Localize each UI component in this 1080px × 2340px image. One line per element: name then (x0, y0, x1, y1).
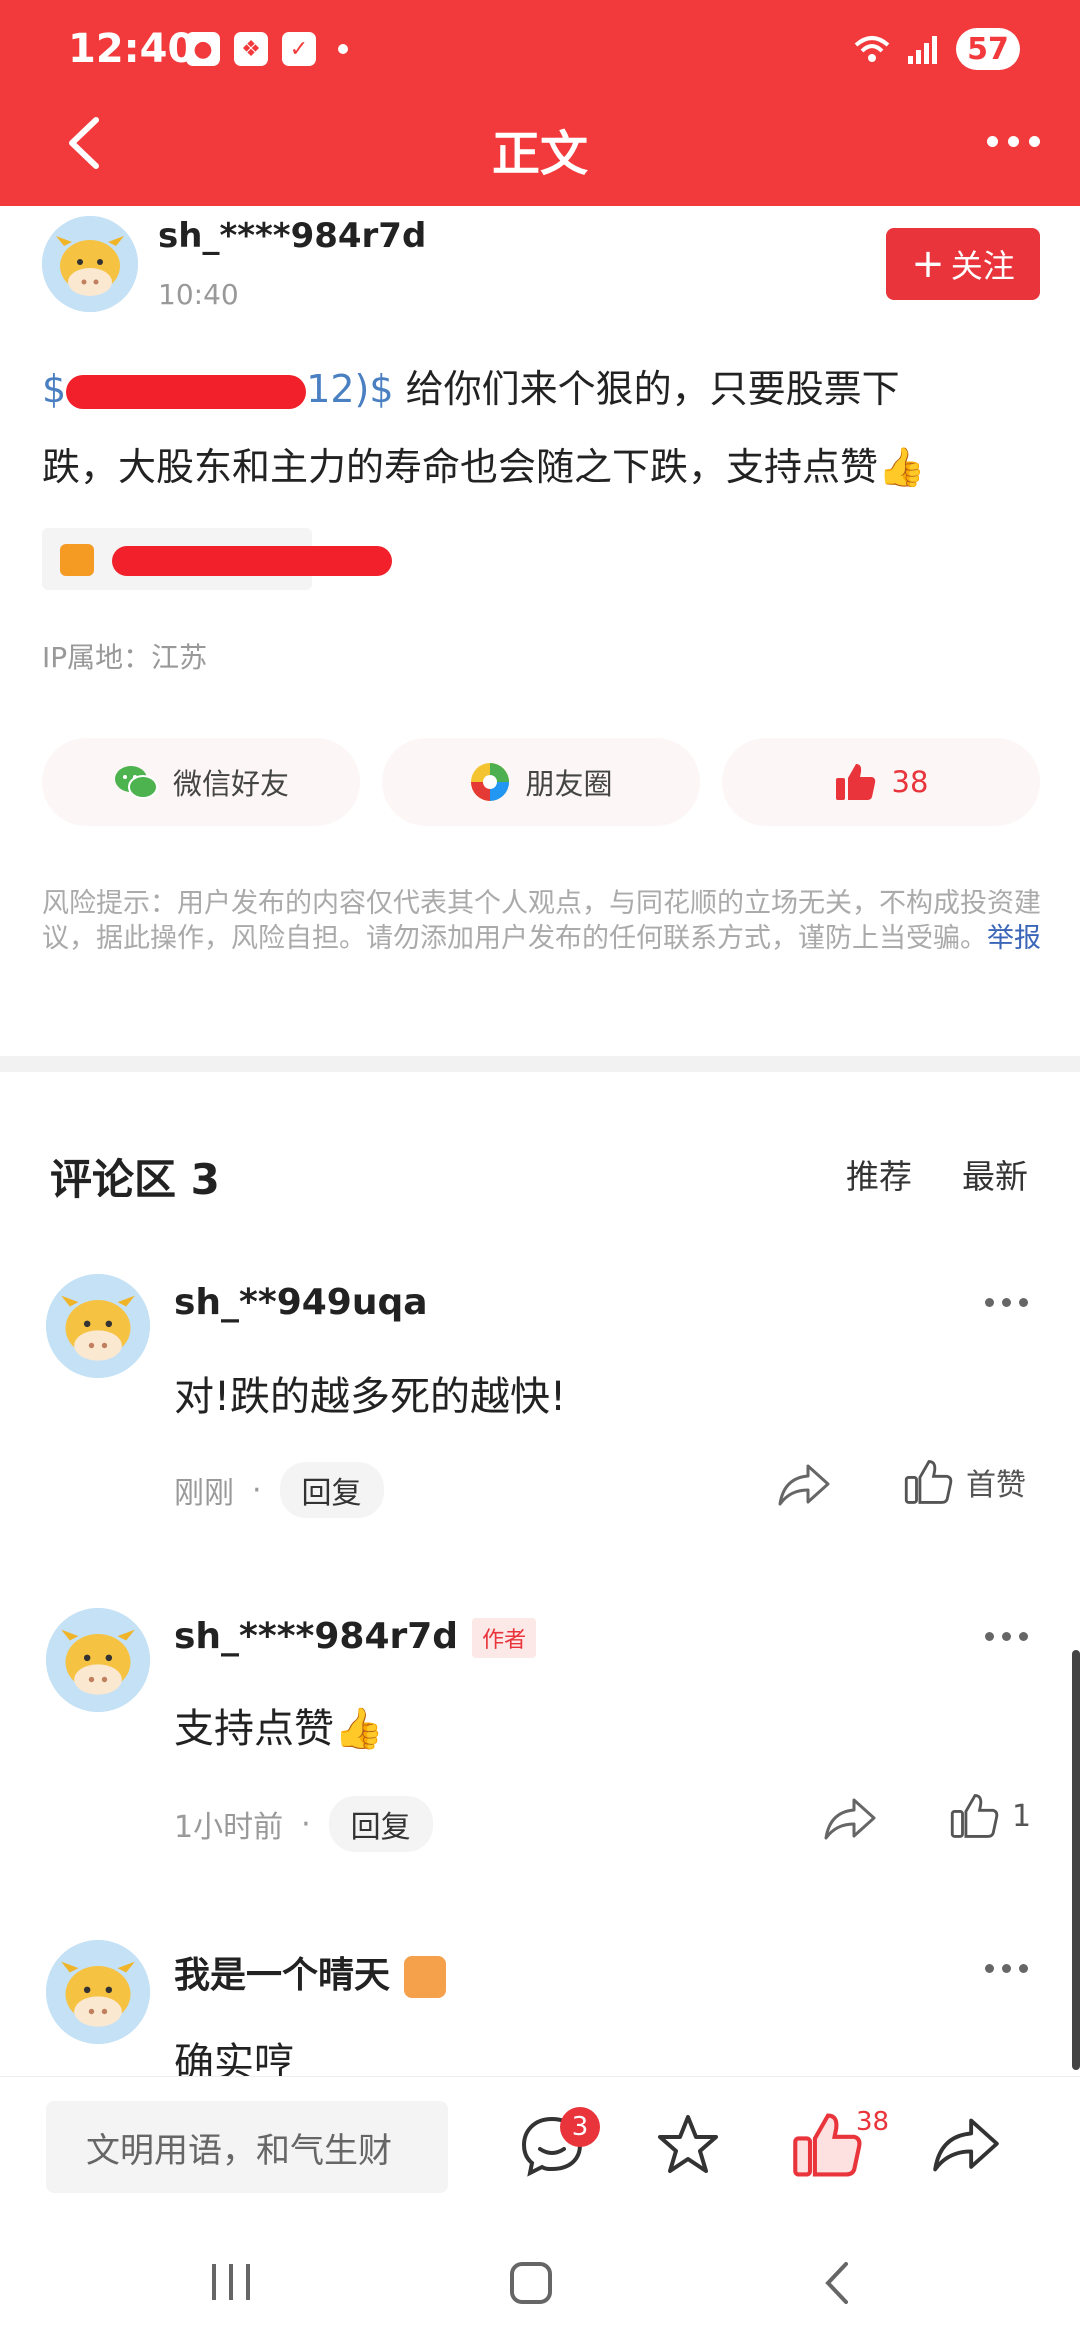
more-options-icon[interactable] (987, 136, 1040, 147)
comment-more-icon[interactable] (985, 1632, 1028, 1641)
report-link[interactable]: 举报 (987, 923, 1041, 954)
star-favorite-icon[interactable] (652, 2109, 724, 2181)
redacted-stock-name (66, 374, 307, 409)
share-wechat-button[interactable]: 微信好友 (42, 738, 360, 826)
plus-icon: + (911, 241, 945, 287)
cow-avatar-icon (46, 1940, 150, 2044)
like-count-badge: 38 (856, 2107, 890, 2137)
comments-title: 评论区 3 (50, 1155, 220, 1204)
page-title: 正文 (491, 126, 588, 182)
sort-latest-tab[interactable]: 最新 (962, 1150, 1028, 1198)
check-icon: ✓ (282, 32, 316, 66)
author-name[interactable]: sh_****984r7d (158, 216, 426, 256)
comment-meta: 刚刚 · 回复 (174, 1462, 384, 1518)
back-nav-icon[interactable] (818, 2260, 858, 2306)
share-moments-button[interactable]: 朋友圈 (382, 738, 700, 826)
share-arrow-icon[interactable] (930, 2109, 1002, 2181)
app-header: 12:40 ● ❖ ✓ 57 正文 (0, 0, 1080, 206)
signal-icon (908, 36, 937, 64)
reply-button[interactable]: 回复 (328, 1796, 433, 1852)
thumbs-up-outline-icon (904, 1460, 953, 1504)
status-time: 12:40 (68, 26, 196, 72)
comment-meta: 1小时前 · 回复 (174, 1796, 433, 1852)
like-button[interactable]: 38 (722, 738, 1040, 826)
home-icon[interactable] (508, 2260, 554, 2306)
author-avatar[interactable] (42, 216, 138, 312)
thumbs-up-liked-icon[interactable] (792, 2109, 864, 2181)
share-arrow-icon[interactable] (822, 1794, 878, 1844)
battery-indicator: 57 (956, 28, 1020, 70)
comment-like-button[interactable]: 首赞 (904, 1458, 1026, 1506)
comment-input[interactable]: 文明用语，和气生财 (46, 2101, 448, 2193)
risk-notice: 风险提示：用户发布的内容仅代表其个人观点，与同花顺的立场无关，不构成投资建议，据… (42, 888, 1041, 954)
source-app-icon (60, 544, 94, 576)
redacted-source-name (112, 546, 392, 576)
status-notification-icons: ● ❖ ✓ (186, 32, 348, 66)
follow-label: 关注 (950, 247, 1015, 285)
comment-like-button[interactable]: 1 (950, 1792, 1031, 1840)
comment-author[interactable]: sh_****984r7d 作者 (174, 1616, 537, 1658)
cow-avatar-icon (46, 1274, 150, 1378)
ip-location: IP属地：江苏 (42, 641, 208, 674)
section-divider (0, 1056, 1080, 1072)
cow-avatar-icon (42, 216, 138, 312)
wifi-icon (854, 36, 890, 62)
share-arrow-icon[interactable] (776, 1460, 832, 1510)
wechat-icon (114, 766, 158, 799)
comment-avatar[interactable] (46, 1274, 150, 1378)
comment-text: 支持点赞👍 (174, 1706, 384, 1752)
app-notification-icon: ❖ (234, 32, 268, 66)
comment-author[interactable]: sh_**949uqa (174, 1282, 428, 1323)
moments-aperture-icon (471, 763, 510, 801)
comment-more-icon[interactable] (985, 1298, 1028, 1307)
bottom-action-bar: 文明用语，和气生财 3 38 (0, 2076, 1080, 2216)
level-badge-icon (404, 1956, 447, 1998)
comment-avatar[interactable] (46, 1608, 150, 1712)
comment-count-badge: 3 (560, 2107, 600, 2147)
comment-more-icon[interactable] (985, 1964, 1028, 1973)
system-nav-bar (0, 2216, 1080, 2340)
more-notifications-dot (338, 44, 348, 54)
post-content: $12)$ 给你们来个狠的，只要股票下 跌，大股东和主力的寿命也会随之下跌，支持… (42, 350, 1042, 506)
sort-recommended-tab[interactable]: 推荐 (846, 1150, 912, 1198)
author-badge: 作者 (472, 1618, 537, 1658)
comment-author[interactable]: 我是一个晴天 (174, 1946, 447, 1998)
status-system-icons: 57 (852, 28, 1020, 70)
comment-text: 对!跌的越多死的越快! (174, 1374, 567, 1420)
post-text-line1: 给你们来个狠的，只要股票下 (393, 367, 900, 411)
stock-tag[interactable]: $12)$ (42, 367, 394, 411)
share-row: 微信好友 朋友圈 38 (42, 738, 1040, 826)
reply-button[interactable]: 回复 (279, 1462, 384, 1518)
post-time: 10:40 (158, 278, 239, 311)
recent-apps-icon[interactable] (206, 2260, 256, 2304)
wechat-icon: ● (186, 32, 220, 66)
follow-button[interactable]: + 关注 (886, 228, 1040, 300)
thumbs-up-icon (835, 764, 875, 800)
scrollbar[interactable] (1072, 1650, 1080, 2070)
post-text-line2: 跌，大股东和主力的寿命也会随之下跌，支持点赞👍 (42, 445, 926, 489)
comment-avatar[interactable] (46, 1940, 150, 2044)
cow-avatar-icon (46, 1608, 150, 1712)
source-chip[interactable] (42, 528, 392, 590)
thumbs-up-outline-icon (950, 1794, 999, 1838)
